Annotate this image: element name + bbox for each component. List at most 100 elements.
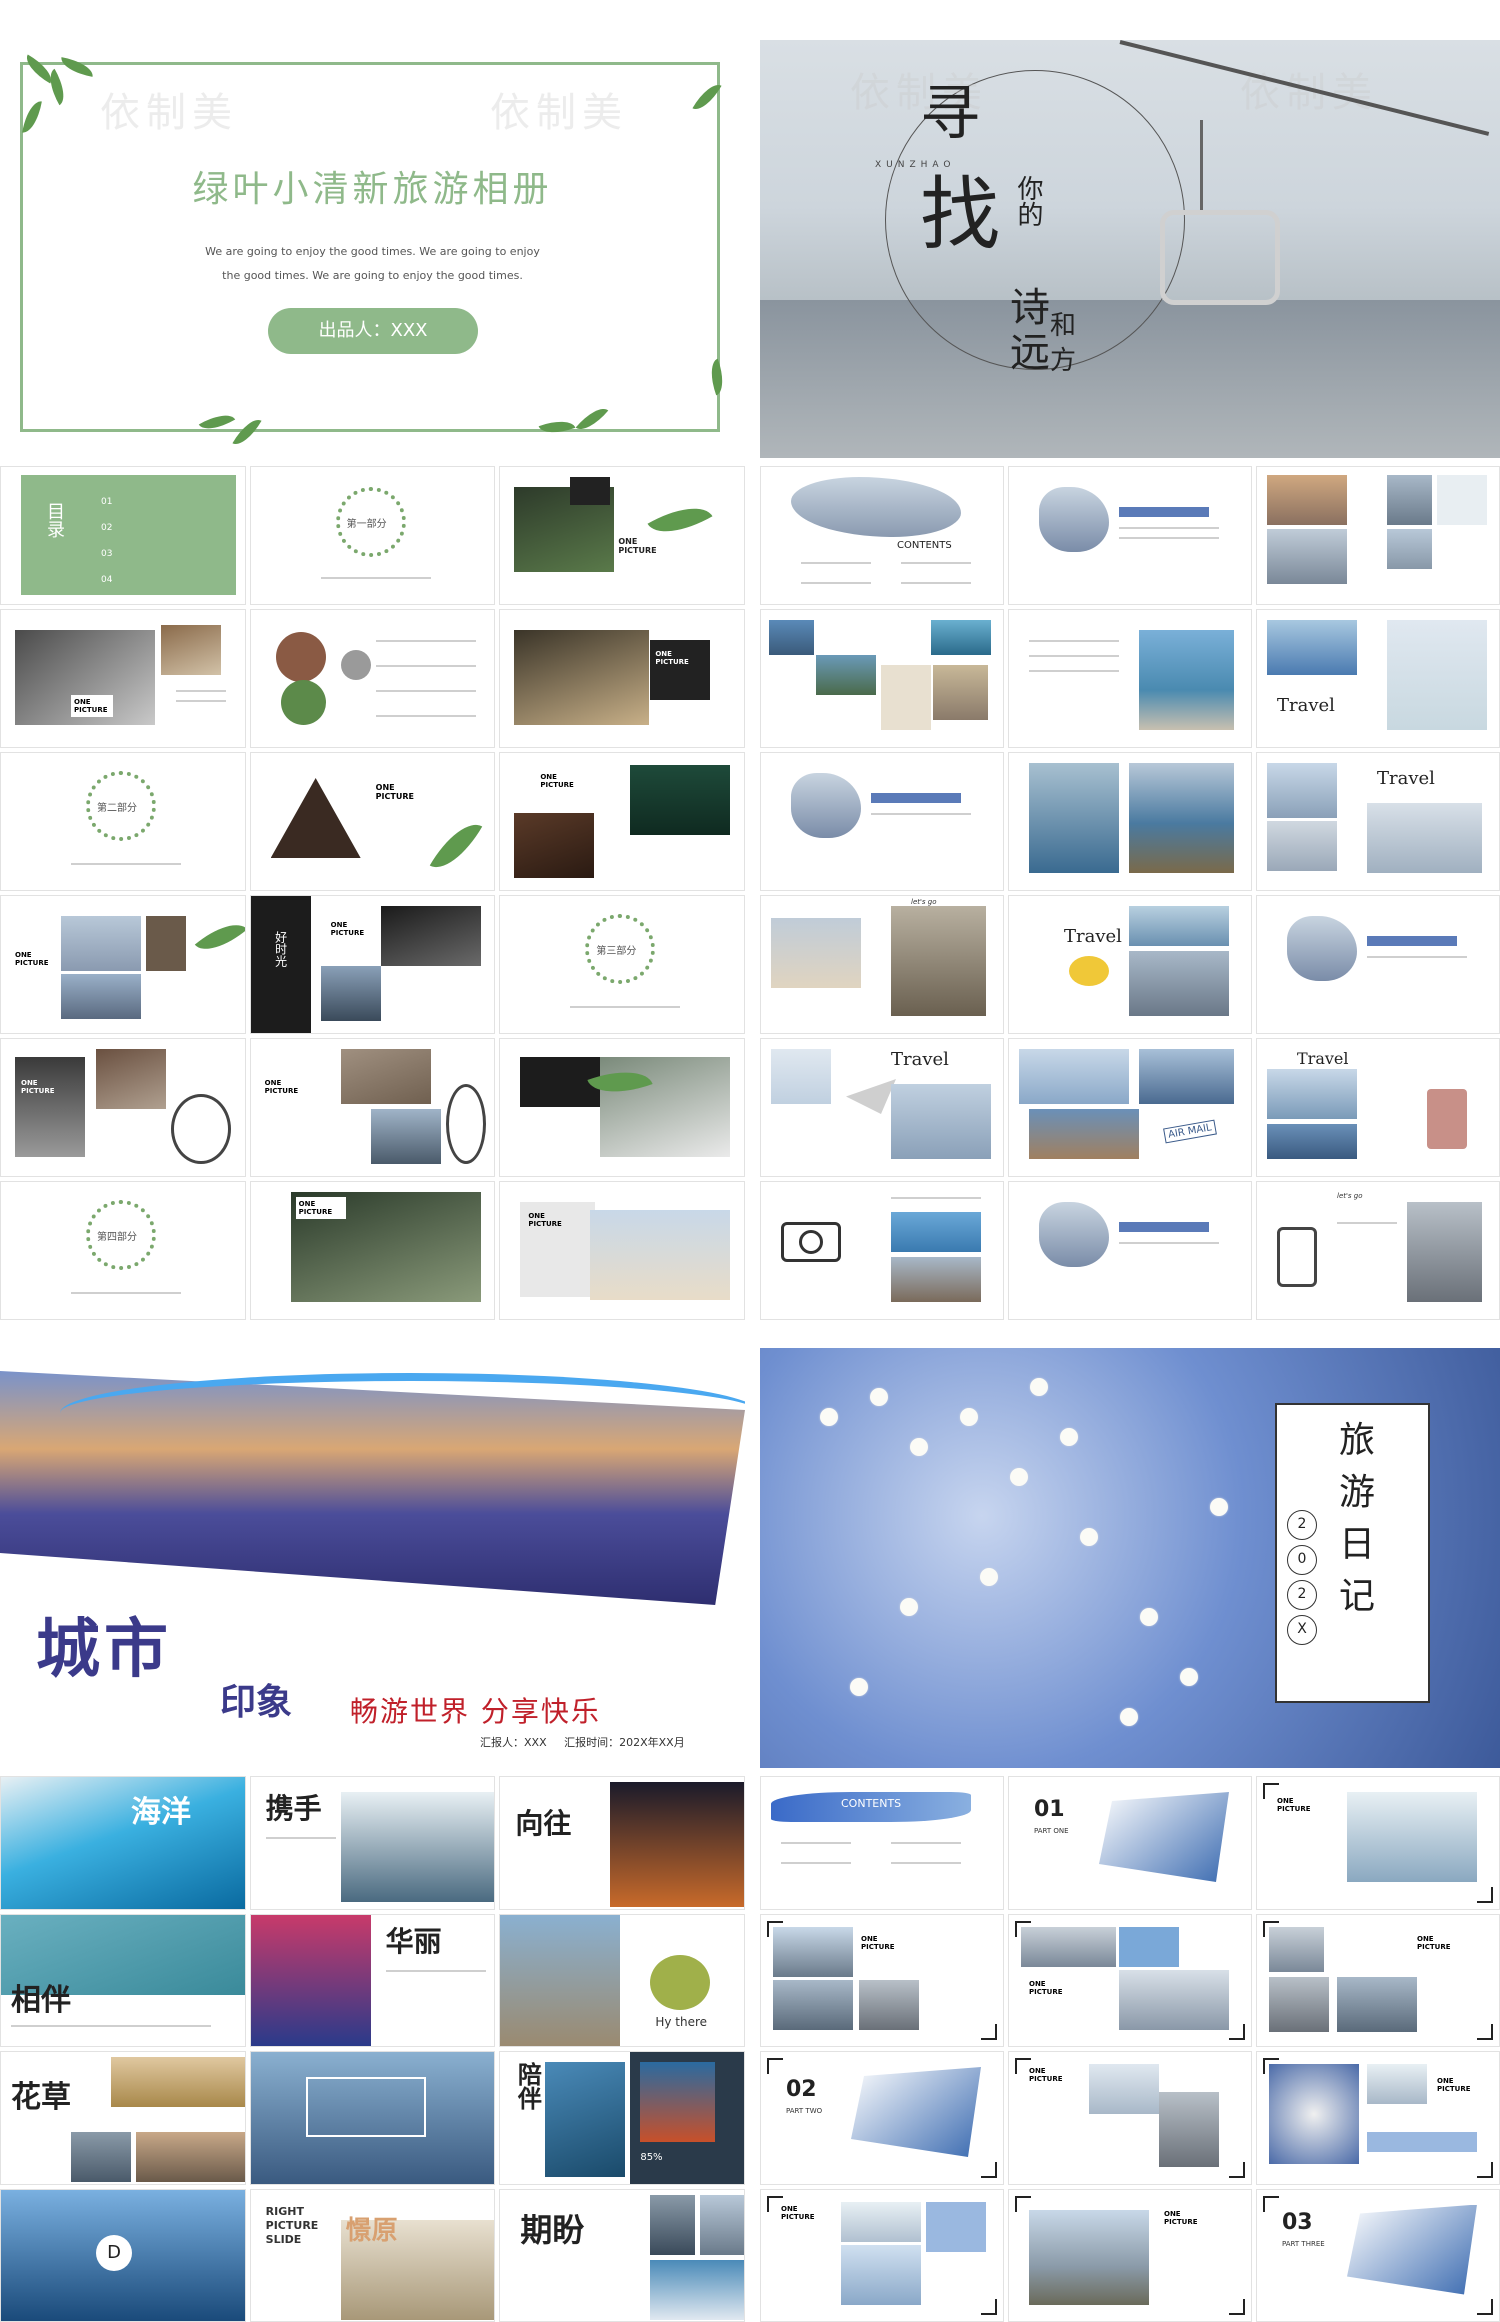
slide-thumbnail-gorgeous[interactable]: 华丽 [249,1913,496,2047]
people-photo [96,1049,166,1109]
blossom-icon [1210,1498,1228,1516]
brush-photo [1347,2204,1477,2295]
year-digit: 2 [1287,1580,1317,1610]
coast-photo [1387,475,1432,525]
poetry-distance-album-preview: 依制美 依制美 寻 找 XUNZHAO 你的 诗 和 远 方 CONTENTS [760,40,1500,1320]
one-picture-label: ONE PICTURE [618,537,657,555]
slide-thumbnail-circles[interactable] [249,609,496,748]
slide-thumbnail-part-two[interactable]: 02 PART TWO [760,2051,1004,2185]
text-line [781,1842,851,1844]
slide-thumbnail-yearning[interactable]: 向往 [499,1776,745,1910]
splash-photo [1287,916,1357,981]
slide-thumbnail-section-3[interactable]: 第三部分 [499,895,745,1034]
leaf-icon [194,912,245,962]
hand-statue-photo [500,1914,621,2046]
green-slide-thumbnails: 目录 01 02 03 04 第一部分 ONE PICTURE ONE PICT… [0,466,745,1320]
slide-thumbnail-section[interactable]: 第一部分 [249,466,496,605]
slide-thumbnail-picture[interactable]: ONE PICTURE [499,466,745,605]
toc-item: 01 [101,497,113,507]
beach-photo [1347,1792,1477,1882]
slide-thumbnail-camera[interactable] [760,1181,1004,1320]
slide-thumbnail-laptop[interactable]: ONE PICTURE [760,2188,1004,2322]
slide-thumbnail-splash-4[interactable] [1008,1181,1252,1320]
slide-thumbnail-wall[interactable]: ONE PICTURE [249,1181,496,1320]
city-cover-slide: 城市 印象 畅游世界 分享快乐 汇报人：XXX 汇报时间：202X年XX月 [0,1348,745,1768]
slide-thumbnail-ocean[interactable]: 海洋 [0,1776,246,1910]
presenter-pill: 出品人：XXX [268,308,478,354]
slide-thumbnail-right-picture[interactable]: RIGHT PICTURE SLIDE 憬原 [249,2188,496,2322]
slide-thumbnail-notebook[interactable] [499,1038,745,1177]
slide-thumbnail-section-4[interactable]: 第四部分 [0,1181,246,1320]
slide-thumbnail-clock[interactable]: ONE PICTURE [499,609,745,748]
blossom-icon [910,1438,928,1456]
slide-thumbnail-travel-2[interactable]: Travel [1256,752,1500,891]
text-line [1029,655,1119,657]
boat-photo [1029,1109,1139,1159]
umbrella-photo [1089,2064,1159,2114]
slide-thumbnail-one-picture[interactable]: ONE PICTURE [1256,1776,1500,1910]
slide-thumbnail-part-one[interactable]: 01 PART ONE [1008,1776,1252,1910]
slide-thumbnail-field[interactable]: ONE PICTURE [499,752,745,891]
beach-photo [931,620,991,655]
slide-thumbnail-umbrella[interactable]: ONE PICTURE [1008,2051,1252,2185]
slide-thumbnail-section-2[interactable]: 第二部分 [0,752,246,891]
slide-thumbnail-letter[interactable]: ONE PICTURE [0,1038,246,1177]
slide-thumbnail-toc[interactable]: 目录 01 02 03 04 [0,466,246,605]
slide-thumbnail-part-three[interactable]: 03 PART THREE [1256,2188,1500,2322]
slide-thumbnail-good-time[interactable]: 好时光 ONE PICTURE [249,895,496,1034]
slide-thumbnail-canal[interactable]: ONE PICTURE [249,1038,496,1177]
watermark: 依制美 [490,90,628,136]
airmail-stamp: AIR MAIL [1163,1119,1217,1144]
keyword-flowers: 花草 [11,2080,71,2115]
slide-thumbnail-beach[interactable]: ONE PICTURE [499,1181,745,1320]
slide-thumbnail-skyline[interactable] [249,2051,496,2185]
slide-thumbnail-lake[interactable] [1008,752,1252,891]
slide-thumbnail-collage[interactable] [760,609,1004,748]
slide-thumbnail-winter-2[interactable]: ONE PICTURE [1008,1913,1252,2047]
slide-thumbnail-travel[interactable]: Travel [1256,609,1500,748]
slide-thumbnail-plane[interactable]: Travel [760,1038,1004,1177]
slide-thumbnail-expect[interactable]: 期盼 [499,2188,745,2322]
slide-thumbnail-pier[interactable] [1008,609,1252,748]
slide-thumbnail-hy-there[interactable]: Hy there [499,1913,745,2047]
luggage-icon [1277,1227,1317,1287]
bicycle-icon [171,1094,231,1164]
slide-thumbnail-coffee[interactable]: ONE PICTURE [0,609,246,748]
slide-thumbnail-luggage[interactable]: let's go [1256,1181,1500,1320]
slide-thumbnail-winter[interactable]: ONE PICTURE [760,1913,1004,2047]
duck-float-icon [1069,956,1109,986]
slide-thumbnail-splash[interactable] [1008,466,1252,605]
slide-thumbnail-venice[interactable]: ONE PICTURE [0,895,246,1034]
green-leaf-cover-slide: 依制美 依制美 绿叶小清新旅游相册 We are going to enjoy … [0,40,745,458]
part-two-number: 02 [786,2077,817,2102]
slide-thumbnail-triangle[interactable]: ONE PICTURE [249,752,496,891]
slide-thumbnail-contents[interactable]: CONTENTS [760,1776,1004,1910]
slide-thumbnail-airmail[interactable]: AIR MAIL [1008,1038,1252,1177]
town-photo [1387,529,1432,569]
street-photo [146,916,186,971]
umbrella-photo [771,1049,831,1104]
label-bar [1119,1222,1209,1232]
slide-thumbnail-sand[interactable]: let's go [760,895,1004,1034]
pinyin-label: XUNZHAO [875,160,956,170]
slide-thumbnail-suitcase[interactable]: Travel [1256,1038,1500,1177]
slide-thumbnail-splash-2[interactable] [760,752,1004,891]
slide-thumbnail-companion[interactable]: 相伴 [0,1913,246,2047]
slide-thumbnail-balloon[interactable] [1256,466,1500,605]
slide-thumbnail-float[interactable]: Travel [1008,895,1252,1034]
cafe-photo [161,625,221,675]
slide-thumbnail-hiker[interactable]: ONE PICTURE [1008,2188,1252,2322]
slide-thumbnail-winter-3[interactable]: ONE PICTURE [1256,1913,1500,2047]
slide-thumbnail-splash-3[interactable] [1256,895,1500,1034]
slide-thumbnail-flowers[interactable]: 花草 [0,2051,246,2185]
slide-thumbnail-blossom[interactable]: ONE PICTURE [1256,2051,1500,2185]
slide-thumbnail-golden-gate[interactable]: D [0,2188,246,2322]
watermark: 依制美 [100,90,238,136]
blossom-icon [1060,1428,1078,1446]
dark-panel [650,640,711,700]
slide-thumbnail-accompany[interactable]: 陪伴 85% [499,2051,745,2185]
slide-thumbnail-contents[interactable]: CONTENTS [760,466,1004,605]
section-label: 第二部分 [97,803,137,814]
cable-line [1119,40,1490,136]
slide-thumbnail-hand-in-hand[interactable]: 携手 [249,1776,496,1910]
